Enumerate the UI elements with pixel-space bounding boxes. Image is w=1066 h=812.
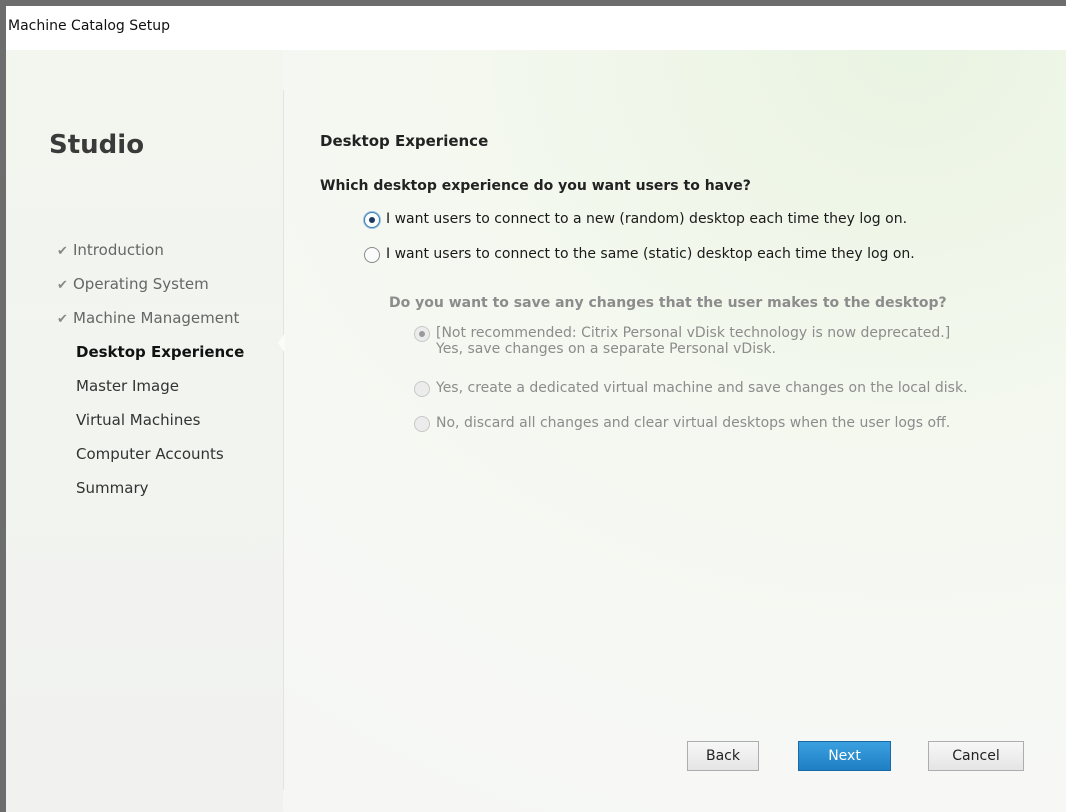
checkmark-icon: ✔: [57, 278, 68, 293]
step-label: Computer Accounts: [76, 445, 224, 463]
step-desktop-experience: Desktop Experience: [57, 335, 244, 369]
option-personal-vdisk-line1: [Not recommended: Citrix Personal vDisk …: [436, 325, 951, 341]
option-discard-changes-label: No, discard all changes and clear virtua…: [436, 415, 951, 431]
step-summary: Summary: [57, 471, 244, 505]
step-introduction: ✔ Introduction: [57, 233, 244, 267]
experience-question: Which desktop experience do you want use…: [320, 178, 751, 194]
page-title: Desktop Experience: [320, 132, 489, 150]
studio-brand: Studio: [49, 130, 145, 160]
radio-random-desktop[interactable]: [364, 212, 380, 228]
wizard-sidebar: Studio ✔ Introduction ✔ Operating System ✔…: [6, 50, 283, 812]
wizard-steps: ✔ Introduction ✔ Operating System ✔ Machine…: [57, 233, 244, 505]
save-changes-question: Do you want to save any changes that the…: [389, 295, 947, 311]
step-label: Operating System: [73, 275, 209, 293]
active-step-pointer: [278, 333, 285, 353]
checkmark-icon: ✔: [57, 312, 68, 327]
step-label: Desktop Experience: [76, 343, 245, 361]
step-master-image: Master Image: [57, 369, 244, 403]
option-dedicated-vm-label: Yes, create a dedicated virtual machine …: [436, 380, 968, 396]
radio-dedicated-vm: [414, 381, 430, 397]
cancel-button[interactable]: Cancel: [928, 741, 1024, 771]
wizard-content: Studio ✔ Introduction ✔ Operating System ✔…: [6, 50, 1066, 812]
step-label: Summary: [76, 479, 149, 497]
option-personal-vdisk-line2: Yes, save changes on a separate Personal…: [436, 341, 776, 357]
title-bar: Machine Catalog Setup: [6, 6, 1066, 50]
step-virtual-machines: Virtual Machines: [57, 403, 244, 437]
window-title: Machine Catalog Setup: [8, 18, 171, 34]
step-label: Machine Management: [73, 309, 240, 327]
checkmark-icon: ✔: [57, 244, 68, 259]
radio-personal-vdisk: [414, 326, 430, 342]
radio-discard-changes: [414, 416, 430, 432]
step-label: Virtual Machines: [76, 411, 201, 429]
option-static-desktop-label[interactable]: I want users to connect to the same (sta…: [386, 246, 915, 262]
step-label: Master Image: [76, 377, 179, 395]
sidebar-divider: [283, 90, 284, 790]
next-button[interactable]: Next: [798, 741, 891, 771]
radio-static-desktop[interactable]: [364, 247, 380, 263]
wizard-window: Machine Catalog Setup Studio ✔ Introducti…: [6, 6, 1066, 812]
step-label: Introduction: [73, 241, 164, 259]
option-random-desktop-label[interactable]: I want users to connect to a new (random…: [386, 211, 907, 227]
step-machine-management: ✔ Machine Management: [57, 301, 244, 335]
step-operating-system: ✔ Operating System: [57, 267, 244, 301]
back-button[interactable]: Back: [687, 741, 759, 771]
step-computer-accounts: Computer Accounts: [57, 437, 244, 471]
option-personal-vdisk-label: [Not recommended: Citrix Personal vDisk …: [436, 325, 950, 357]
